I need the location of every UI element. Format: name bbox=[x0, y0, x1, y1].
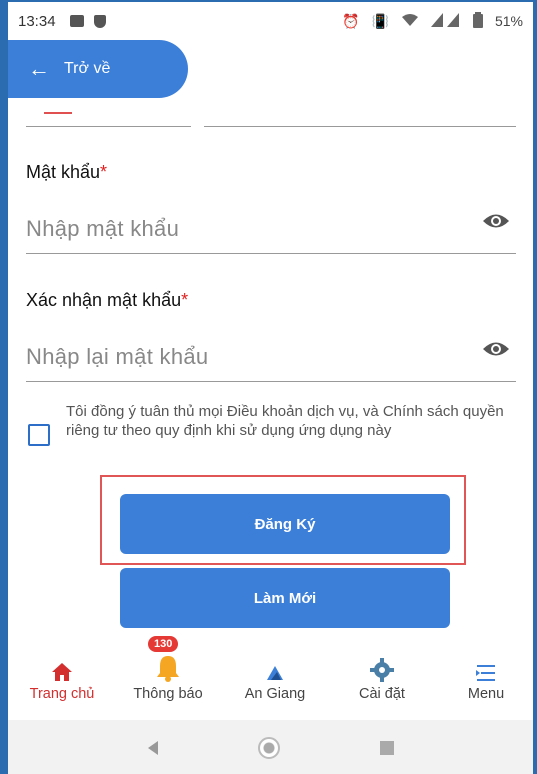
back-button[interactable]: ← Trở về bbox=[8, 40, 188, 98]
shield-notification-icon bbox=[93, 14, 106, 28]
bell-icon bbox=[157, 656, 179, 682]
confirm-password-label: Xác nhận mật khẩu* bbox=[26, 290, 188, 311]
vibrate-icon: 📳 bbox=[371, 12, 389, 29]
nav-label-home: Trang chủ bbox=[29, 686, 95, 702]
status-right-icons: ⏰ 📳 51% bbox=[342, 11, 523, 31]
wifi-icon bbox=[401, 13, 419, 30]
battery-percent: 51% bbox=[494, 13, 523, 29]
nav-item-settings[interactable]: Cài đặt bbox=[336, 642, 428, 702]
field-underline bbox=[204, 126, 516, 127]
previous-fields-remnant bbox=[26, 112, 516, 132]
signal-icon bbox=[430, 12, 461, 30]
password-placeholder: Nhập mật khẩu bbox=[26, 216, 180, 241]
system-nav-bar bbox=[8, 720, 533, 774]
bottom-nav: Trang chủ 130 Thông báo An Giang Cài đặt… bbox=[8, 636, 533, 720]
terms-checkbox[interactable] bbox=[28, 424, 50, 446]
gear-icon bbox=[370, 658, 394, 682]
system-back-icon[interactable] bbox=[147, 741, 158, 755]
confirm-password-placeholder: Nhập lại mật khẩu bbox=[26, 344, 209, 369]
nav-item-notifications[interactable]: 130 Thông báo bbox=[120, 636, 216, 702]
confirm-label-text: Xác nhận mật khẩu bbox=[26, 290, 182, 310]
nav-label-menu: Menu bbox=[467, 686, 505, 702]
menu-icon bbox=[476, 665, 495, 681]
battery-icon bbox=[472, 11, 483, 31]
nav-label-notifications: Thông báo bbox=[133, 686, 203, 702]
system-recent-icon[interactable] bbox=[379, 741, 394, 755]
field-underline bbox=[26, 126, 191, 127]
nav-label-settings: Cài đặt bbox=[359, 686, 405, 702]
system-home-icon[interactable] bbox=[257, 737, 280, 759]
confirm-password-field[interactable]: Nhập lại mật khẩu bbox=[26, 332, 516, 382]
required-mark: * bbox=[181, 290, 189, 310]
app-frame: 13:34 ⏰ 📳 51% ← Trở về Mật khẩu* Nhập mậ… bbox=[0, 0, 537, 774]
field-underline-accent bbox=[44, 112, 72, 114]
status-bar: 13:34 ⏰ 📳 51% bbox=[8, 2, 533, 40]
refresh-button[interactable]: Làm Mới bbox=[120, 568, 450, 628]
terms-text: Tôi đồng ý tuân thủ mọi Điều khoản dịch … bbox=[66, 403, 504, 439]
nav-item-home[interactable]: Trang chủ bbox=[16, 642, 108, 702]
password-label: Mật khẩu* bbox=[26, 162, 107, 183]
password-label-text: Mật khẩu bbox=[26, 162, 101, 182]
logo-icon bbox=[267, 666, 283, 680]
home-icon bbox=[52, 663, 72, 681]
back-label: Trở về bbox=[64, 60, 111, 77]
register-button[interactable]: Đăng Ký bbox=[120, 494, 450, 554]
status-time: 13:34 bbox=[18, 12, 56, 30]
password-field[interactable]: Nhập mật khẩu bbox=[26, 204, 516, 254]
required-mark: * bbox=[100, 162, 108, 182]
nav-item-an-giang[interactable]: An Giang bbox=[226, 642, 324, 702]
notification-badge: 130 bbox=[148, 636, 179, 652]
image-notification-icon bbox=[69, 15, 84, 27]
eye-icon[interactable] bbox=[482, 340, 510, 358]
arrow-left-icon: ← bbox=[28, 56, 50, 81]
eye-icon[interactable] bbox=[482, 212, 510, 230]
nav-label-an-giang: An Giang bbox=[244, 686, 306, 702]
nav-item-menu[interactable]: Menu bbox=[446, 642, 526, 702]
alarm-icon: ⏰ bbox=[342, 12, 360, 29]
